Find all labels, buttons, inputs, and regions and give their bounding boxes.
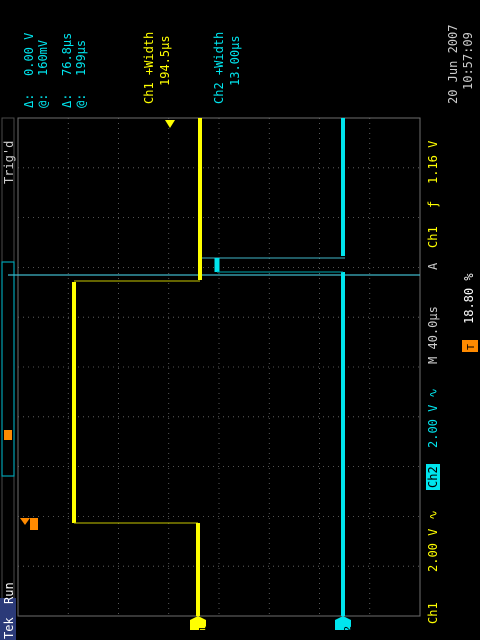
run-status: Run (2, 582, 16, 604)
svg-text:2: 2 (343, 626, 354, 632)
cursor-at-v-symbol: @: (36, 93, 50, 108)
ch1-width-label: Ch1 +Width (142, 31, 156, 104)
trigger-position-record-marker (4, 430, 12, 440)
ch1-waveform (72, 118, 202, 616)
time-label: 10:57:09 (461, 32, 475, 90)
ch1-coupling-icon: ∿ (426, 509, 440, 520)
trig-status: Trig'd (2, 140, 16, 184)
ch1-scale[interactable]: 2.00 V (426, 529, 440, 572)
ch2-width-value: 13.00µs (228, 35, 242, 86)
trigger-position-icon[interactable] (20, 518, 38, 530)
ch1-label[interactable]: Ch1 (426, 602, 440, 624)
cursor-delta-v-symbol: Δ: (22, 93, 36, 108)
cursor-delta-t-value: 76.8µs (60, 32, 74, 76)
timebase[interactable]: M 40.0µs (426, 306, 440, 364)
trigger-mode[interactable]: A (426, 263, 440, 270)
record-window (1, 261, 15, 477)
ch2-waveform (214, 118, 345, 616)
cursor-at-t-value: 199µs (74, 39, 88, 76)
ch1-width-value: 194.5µs (158, 35, 172, 86)
trigger-source[interactable]: Ch1 (426, 226, 440, 248)
date-label: 20 Jun 2007 (446, 24, 460, 104)
trigger-level-icon[interactable] (165, 120, 175, 128)
cursor-at-t-symbol: @: (74, 93, 88, 108)
cursor-at-v-value: 160mV (36, 39, 50, 76)
trigger-position-value: 18.80 % (462, 273, 476, 324)
cursor-delta-v-value: 0.00 V (22, 32, 36, 76)
trigger-level[interactable]: 1.16 V (426, 141, 440, 184)
trigger-slope-icon[interactable]: ƒ (426, 201, 440, 208)
run-prefix: Tek (2, 617, 16, 639)
graticule (18, 118, 420, 616)
ch2-coupling-icon: ∿ (426, 387, 440, 398)
cursor-delta-t-symbol: Δ: (60, 93, 74, 108)
record-bar (1, 117, 15, 617)
ch1-ground-marker[interactable]: 1 (190, 616, 209, 632)
ch2-scale[interactable]: 2.00 V (426, 405, 440, 448)
ch2-width-label: Ch2 +Width (212, 31, 226, 104)
ch2-label[interactable]: Ch2 (426, 464, 440, 490)
trigger-position-badge-label: T (466, 344, 477, 350)
ch2-ground-marker[interactable]: 2 (335, 616, 354, 632)
svg-text:1: 1 (198, 626, 209, 632)
